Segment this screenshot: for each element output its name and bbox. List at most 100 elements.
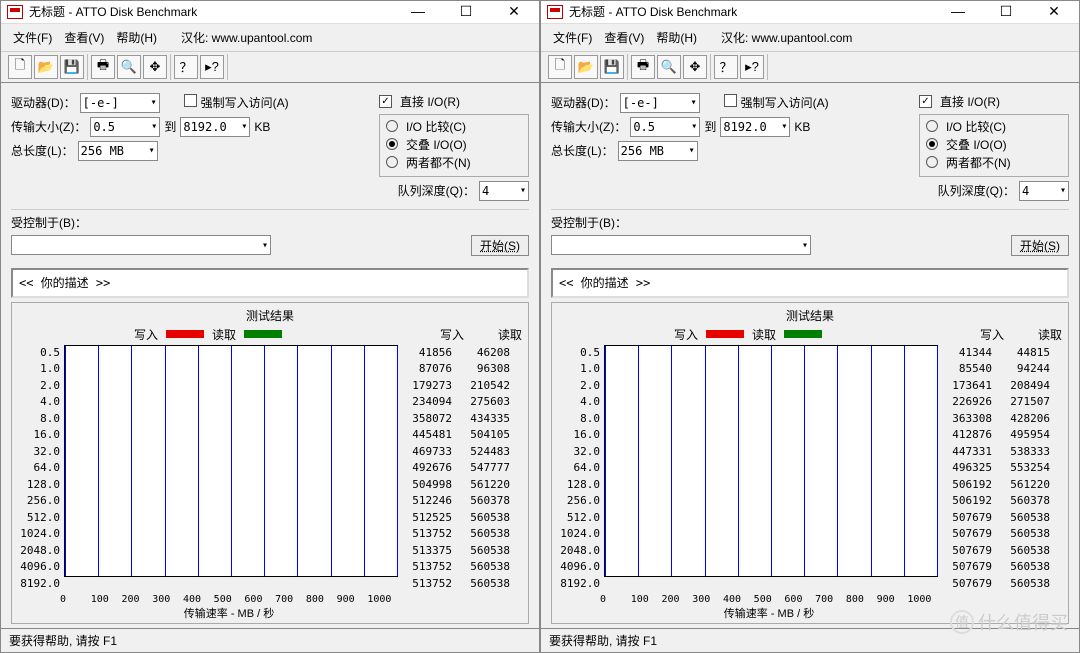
toolbar: 🗋📂💾 🖶🔍✥ ？▸? xyxy=(1,51,539,83)
io-mode-group: I/O 比较(C) 交叠 I/O(O) 两者都不(N) xyxy=(379,114,529,177)
start-button[interactable]: 开始(S) xyxy=(1011,235,1069,256)
queue-depth-combo[interactable]: 4 xyxy=(479,181,529,201)
menu-localize: 汉化: www.upantool.com xyxy=(717,27,856,48)
overlap-io-radio[interactable] xyxy=(386,138,398,150)
minimize-button[interactable]: — xyxy=(943,3,973,20)
x-axis-title: 传输速率 - MB / 秒 xyxy=(60,605,398,621)
bar-chart xyxy=(64,345,398,577)
y-axis-labels: 0.51.02.04.08.016.032.064.0128.0256.0512… xyxy=(558,345,600,593)
help-icon[interactable]: ？ xyxy=(174,55,198,79)
x-axis-ticks: 01002003004005006007008009001000 xyxy=(60,594,398,605)
context-help-icon[interactable]: ▸? xyxy=(200,55,224,79)
toolbar: 🗋📂💾 🖶🔍✥ ？▸? xyxy=(541,51,1079,83)
drive-label: 驱动器(D)： xyxy=(551,94,616,111)
preview-icon[interactable]: 🔍 xyxy=(657,55,681,79)
app-icon xyxy=(7,5,23,19)
move-icon[interactable]: ✥ xyxy=(143,55,167,79)
app-icon xyxy=(547,5,563,19)
open-icon[interactable]: 📂 xyxy=(574,55,598,79)
queue-depth-combo[interactable]: 4 xyxy=(1019,181,1069,201)
overlap-io-radio[interactable] xyxy=(926,138,938,150)
write-swatch xyxy=(166,330,204,338)
close-button[interactable]: ✕ xyxy=(499,3,529,20)
print-icon[interactable]: 🖶 xyxy=(91,55,115,79)
read-swatch xyxy=(244,330,282,338)
xfer-max-combo[interactable]: 8192.0 xyxy=(180,117,250,137)
io-mode-group: I/O 比较(C) 交叠 I/O(O) 两者都不(N) xyxy=(919,114,1069,177)
menu-file[interactable]: 文件(F) xyxy=(9,27,56,48)
total-len-label: 总长度(L)： xyxy=(11,142,74,159)
description-area[interactable]: << 你的描述 >> xyxy=(551,268,1069,298)
close-button[interactable]: ✕ xyxy=(1039,3,1069,20)
new-icon[interactable]: 🗋 xyxy=(548,55,572,79)
total-len-combo[interactable]: 256 MB xyxy=(618,141,698,161)
results-values: 4134444815855409424417364120849422692627… xyxy=(944,345,1062,593)
open-icon[interactable]: 📂 xyxy=(34,55,58,79)
xfer-min-combo[interactable]: 0.5 xyxy=(630,117,700,137)
window-title: 无标题 - ATTO Disk Benchmark xyxy=(569,3,943,20)
menu-bar: 文件(F) 查看(V) 帮助(H) 汉化: www.upantool.com xyxy=(541,24,1079,51)
io-compare-radio[interactable] xyxy=(386,120,398,132)
controlled-by-combo[interactable] xyxy=(11,235,271,255)
xfer-max-combo[interactable]: 8192.0 xyxy=(720,117,790,137)
maximize-button[interactable]: ☐ xyxy=(991,3,1021,20)
controlled-by-label: 受控制于(B)： xyxy=(11,214,87,231)
save-icon[interactable]: 💾 xyxy=(60,55,84,79)
save-icon[interactable]: 💾 xyxy=(600,55,624,79)
status-bar: 要获得帮助, 请按 F1 xyxy=(1,628,539,652)
menu-help[interactable]: 帮助(H) xyxy=(112,27,161,48)
controlled-by-label: 受控制于(B)： xyxy=(551,214,627,231)
force-write-checkbox[interactable] xyxy=(724,94,737,107)
menu-view[interactable]: 查看(V) xyxy=(60,27,108,48)
xfer-min-combo[interactable]: 0.5 xyxy=(90,117,160,137)
force-write-checkbox[interactable] xyxy=(184,94,197,107)
xfer-label: 传输大小(Z)： xyxy=(551,118,626,135)
preview-icon[interactable]: 🔍 xyxy=(117,55,141,79)
x-axis-ticks: 01002003004005006007008009001000 xyxy=(600,594,938,605)
queue-depth-label: 队列深度(Q)： xyxy=(938,182,1015,199)
menu-help[interactable]: 帮助(H) xyxy=(652,27,701,48)
title-bar: 无标题 - ATTO Disk Benchmark — ☐ ✕ xyxy=(1,1,539,24)
results-panel: 测试结果 写入读取 0.51.02.04.08.016.032.064.0128… xyxy=(11,302,529,625)
y-axis-labels: 0.51.02.04.08.016.032.064.0128.0256.0512… xyxy=(18,345,60,593)
drive-combo[interactable]: [-e-] xyxy=(80,93,160,113)
results-values: 4185646208870769630817927321054223409427… xyxy=(404,345,522,593)
title-bar: 无标题 - ATTO Disk Benchmark — ☐ ✕ xyxy=(541,1,1079,24)
context-help-icon[interactable]: ▸? xyxy=(740,55,764,79)
maximize-button[interactable]: ☐ xyxy=(451,3,481,20)
write-swatch xyxy=(706,330,744,338)
new-icon[interactable]: 🗋 xyxy=(8,55,32,79)
direct-io-checkbox[interactable] xyxy=(919,95,932,108)
menu-file[interactable]: 文件(F) xyxy=(549,27,596,48)
results-title: 测试结果 xyxy=(18,307,522,324)
controlled-by-combo[interactable] xyxy=(551,235,811,255)
drive-combo[interactable]: [-e-] xyxy=(620,93,700,113)
bar-chart xyxy=(604,345,938,577)
window-title: 无标题 - ATTO Disk Benchmark xyxy=(29,3,403,20)
xfer-label: 传输大小(Z)： xyxy=(11,118,86,135)
drive-label: 驱动器(D)： xyxy=(11,94,76,111)
menu-bar: 文件(F) 查看(V) 帮助(H) 汉化: www.upantool.com xyxy=(1,24,539,51)
total-len-label: 总长度(L)： xyxy=(551,142,614,159)
total-len-combo[interactable]: 256 MB xyxy=(78,141,158,161)
direct-io-label: 直接 I/O(R) xyxy=(940,93,1000,110)
direct-io-checkbox[interactable] xyxy=(379,95,392,108)
queue-depth-label: 队列深度(Q)： xyxy=(398,182,475,199)
io-compare-radio[interactable] xyxy=(926,120,938,132)
menu-view[interactable]: 查看(V) xyxy=(600,27,648,48)
help-icon[interactable]: ？ xyxy=(714,55,738,79)
menu-localize: 汉化: www.upantool.com xyxy=(177,27,316,48)
move-icon[interactable]: ✥ xyxy=(683,55,707,79)
neither-radio[interactable] xyxy=(386,156,398,168)
force-write-label: 强制写入访问(A) xyxy=(201,96,289,110)
print-icon[interactable]: 🖶 xyxy=(631,55,655,79)
description-area[interactable]: << 你的描述 >> xyxy=(11,268,529,298)
neither-radio[interactable] xyxy=(926,156,938,168)
minimize-button[interactable]: — xyxy=(403,3,433,20)
results-panel: 测试结果 写入读取 0.51.02.04.08.016.032.064.0128… xyxy=(551,302,1069,625)
status-bar: 要获得帮助, 请按 F1 xyxy=(541,628,1079,652)
x-axis-title: 传输速率 - MB / 秒 xyxy=(600,605,938,621)
results-title: 测试结果 xyxy=(558,307,1062,324)
start-button[interactable]: 开始(S) xyxy=(471,235,529,256)
force-write-label: 强制写入访问(A) xyxy=(741,96,829,110)
